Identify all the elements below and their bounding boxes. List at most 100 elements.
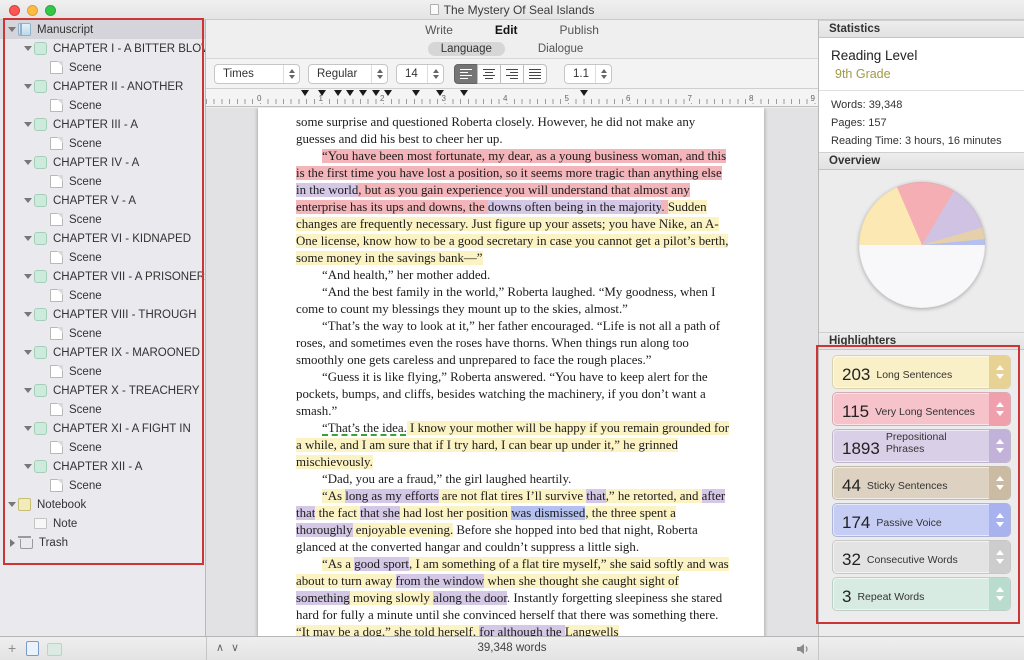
disclosure-triangle-icon[interactable] (22, 236, 34, 241)
highlighter-stepper[interactable] (989, 578, 1010, 610)
tab-stop-marker[interactable] (301, 90, 309, 96)
speaker-icon[interactable] (796, 642, 810, 660)
highlighter-stepper[interactable] (989, 393, 1010, 425)
disclosure-triangle-icon[interactable] (22, 274, 34, 279)
tab-stop-marker[interactable] (436, 90, 444, 96)
tab-stop-marker[interactable] (460, 90, 468, 96)
overview-header: Overview (819, 152, 1024, 170)
tab-stop-marker[interactable] (372, 90, 380, 96)
tab-publish[interactable]: Publish (560, 23, 599, 37)
sidebar-item[interactable]: Note (0, 514, 205, 533)
ruler-ticks (206, 99, 818, 104)
sidebar-item[interactable]: Scene (0, 400, 205, 419)
folder-view-icon[interactable] (47, 643, 62, 656)
sidebar-item[interactable]: Trash (0, 533, 205, 552)
sidebar-item[interactable]: CHAPTER III - A (0, 115, 205, 134)
highlighter-row[interactable]: 3Repeat Words (832, 577, 1011, 611)
sidebar-item[interactable]: CHAPTER VI - KIDNAPED (0, 229, 205, 248)
sidebar-item[interactable]: Scene (0, 286, 205, 305)
disclosure-triangle-icon[interactable] (22, 426, 34, 431)
disclosure-triangle-icon[interactable] (22, 350, 34, 355)
highlighter-row[interactable]: 44Sticky Sentences (832, 466, 1011, 500)
tab-write[interactable]: Write (425, 23, 453, 37)
tab-stop-marker[interactable] (334, 90, 342, 96)
disclosure-triangle-icon[interactable] (22, 312, 34, 317)
disclosure-triangle-icon[interactable] (22, 198, 34, 203)
sidebar-item[interactable]: CHAPTER VII - A PRISONER (0, 267, 205, 286)
align-right-button[interactable] (500, 64, 524, 84)
sidebar-item[interactable]: Scene (0, 210, 205, 229)
tab-stop-marker[interactable] (412, 90, 420, 96)
disclosure-triangle-icon[interactable] (6, 502, 18, 507)
sidebar-item[interactable]: CHAPTER II - ANOTHER (0, 77, 205, 96)
page-icon (50, 289, 63, 302)
sidebar-item-label: Note (53, 518, 77, 530)
disclosure-triangle-icon[interactable] (22, 388, 34, 393)
highlighter-stepper[interactable] (989, 430, 1010, 462)
tab-stop-marker[interactable] (359, 90, 367, 96)
line-spacing-select[interactable]: 1.1 (564, 64, 612, 84)
sidebar-item-label: CHAPTER II - ANOTHER (53, 81, 183, 93)
disclosure-triangle-icon[interactable] (6, 27, 18, 32)
sidebar-item[interactable]: Scene (0, 172, 205, 191)
highlighter-row[interactable]: 1893Prepositional Phrases (832, 429, 1011, 463)
highlighter-row[interactable]: 32Consecutive Words (832, 540, 1011, 574)
sidebar-item-label: Scene (69, 442, 102, 454)
sidebar-item[interactable]: CHAPTER XI - A FIGHT IN (0, 419, 205, 438)
sidebar-item[interactable]: CHAPTER XII - A (0, 457, 205, 476)
tab-stop-marker[interactable] (384, 90, 392, 96)
sidebar-item[interactable]: Scene (0, 58, 205, 77)
highlighter-stepper[interactable] (989, 356, 1010, 388)
sidebar-item[interactable]: CHAPTER IX - MAROONED (0, 343, 205, 362)
align-center-button[interactable] (477, 64, 501, 84)
sidebar-item[interactable]: Scene (0, 438, 205, 457)
sidebar-item[interactable]: Scene (0, 134, 205, 153)
sidebar-item-label: Scene (69, 214, 102, 226)
disclosure-triangle-icon[interactable] (6, 539, 18, 547)
sidebar-item[interactable]: Scene (0, 362, 205, 381)
highlighter-stepper[interactable] (989, 504, 1010, 536)
font-style-select[interactable]: Regular (308, 64, 388, 84)
add-item-button[interactable]: + (8, 640, 16, 656)
folder-icon (34, 384, 47, 397)
toggle-language[interactable]: Language (428, 42, 505, 56)
ruler-number: 7 (687, 94, 693, 103)
tab-stop-marker[interactable] (318, 90, 326, 96)
toggle-dialogue[interactable]: Dialogue (525, 42, 596, 56)
align-justify-button[interactable] (523, 64, 547, 84)
disclosure-triangle-icon[interactable] (22, 46, 34, 51)
tab-stop-marker[interactable] (346, 90, 354, 96)
font-family-select[interactable]: Times (214, 64, 300, 84)
sidebar-item[interactable]: CHAPTER IV - A (0, 153, 205, 172)
sidebar-item[interactable]: CHAPTER X - TREACHERY (0, 381, 205, 400)
sidebar-item[interactable]: Manuscript (0, 20, 205, 39)
sidebar-item[interactable]: Notebook (0, 495, 205, 514)
disclosure-triangle-icon[interactable] (22, 160, 34, 165)
disclosure-triangle-icon[interactable] (22, 122, 34, 127)
manuscript-page[interactable]: some surprise and questioned Roberta clo… (258, 108, 764, 636)
sidebar-item[interactable]: Scene (0, 476, 205, 495)
highlighter-row[interactable]: 174Passive Voice (832, 503, 1011, 537)
highlighter-stepper[interactable] (989, 541, 1010, 573)
text-span: the fact (315, 506, 360, 520)
tab-edit[interactable]: Edit (495, 23, 518, 37)
disclosure-triangle-icon[interactable] (22, 464, 34, 469)
highlighter-stepper[interactable] (989, 467, 1010, 499)
sidebar-item[interactable]: Scene (0, 248, 205, 267)
sidebar-item[interactable]: CHAPTER VIII - THROUGH (0, 305, 205, 324)
tab-stop-marker[interactable] (580, 90, 588, 96)
disclosure-triangle-icon[interactable] (22, 84, 34, 89)
book-view-icon[interactable] (26, 641, 39, 656)
text-span: from the window (396, 574, 485, 588)
font-size-stepper-icon (427, 65, 443, 83)
sidebar-item[interactable]: Scene (0, 96, 205, 115)
align-left-button[interactable] (454, 64, 478, 84)
sidebar-item[interactable]: Scene (0, 324, 205, 343)
highlighter-row[interactable]: 115Very Long Sentences (832, 392, 1011, 426)
highlighter-row[interactable]: 203Long Sentences (832, 355, 1011, 389)
folder-icon (34, 460, 47, 473)
sidebar-item[interactable]: CHAPTER I - A BITTER BLOW (0, 39, 205, 58)
font-size-select[interactable]: 14 (396, 64, 444, 84)
sidebar-item[interactable]: CHAPTER V - A (0, 191, 205, 210)
ruler-number: 4 (502, 94, 508, 103)
